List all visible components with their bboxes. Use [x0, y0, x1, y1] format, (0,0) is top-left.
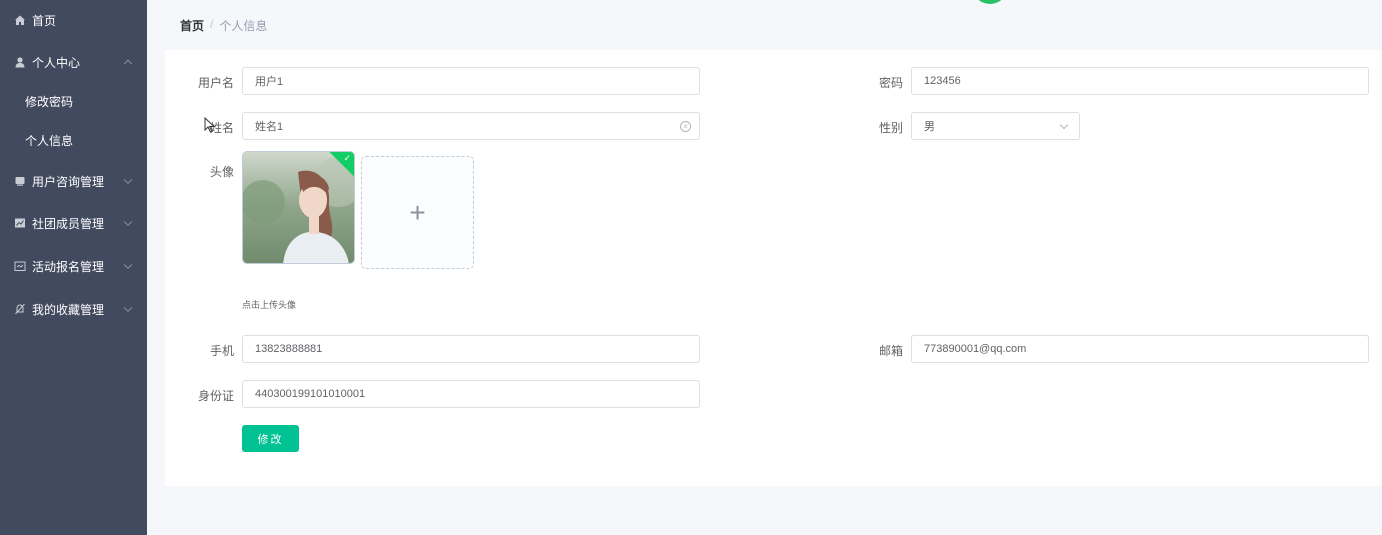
- sidebar-item-club-members[interactable]: 社团成员管理: [0, 203, 147, 243]
- sidebar-item-label: 首页: [32, 13, 57, 28]
- breadcrumb-home[interactable]: 首页: [180, 17, 204, 34]
- sidebar-item-label: 我的收藏管理: [32, 302, 105, 317]
- chevron-up-icon: [123, 59, 133, 69]
- user-icon: [14, 56, 26, 68]
- chevron-down-icon: [123, 175, 133, 185]
- sidebar-item-user-consult[interactable]: 用户咨询管理: [0, 161, 147, 201]
- email-field[interactable]: 773890001@qq.com: [911, 335, 1369, 363]
- clear-icon[interactable]: ×: [680, 121, 691, 132]
- chevron-down-icon: [123, 260, 133, 270]
- name-value: 姓名1: [255, 121, 284, 133]
- name-field[interactable]: 姓名1 ×: [242, 112, 700, 140]
- idcard-field[interactable]: 440300199101010001: [242, 380, 700, 408]
- sidebar-item-label: 个人中心: [32, 55, 81, 70]
- password-field[interactable]: 123456: [911, 67, 1369, 95]
- sidebar-item-label: 个人信息: [25, 133, 74, 148]
- plus-icon: +: [409, 196, 426, 228]
- sidebar-item-label: 活动报名管理: [32, 259, 105, 274]
- breadcrumb-current: 个人信息: [219, 19, 268, 33]
- sidebar-item-activity-signup[interactable]: 活动报名管理: [0, 246, 147, 286]
- topbar: [147, 0, 1382, 50]
- check-icon: ✓: [343, 153, 351, 163]
- sidebar-item-home[interactable]: 首页: [0, 0, 147, 40]
- username-value: 用户1: [255, 76, 284, 88]
- name-label: 姓名: [209, 121, 234, 135]
- upload-hint: 点击上传头像: [242, 300, 297, 310]
- sidebar-item-personal-center[interactable]: 个人中心: [0, 42, 147, 82]
- sidebar-item-label: 社团成员管理: [32, 216, 105, 231]
- folder-icon: [14, 175, 26, 187]
- bell-icon: [14, 303, 26, 315]
- upload-avatar-button[interactable]: +: [361, 156, 474, 269]
- gender-label: 性别: [878, 121, 903, 135]
- sidebar-item-my-favorites[interactable]: 我的收藏管理: [0, 289, 147, 329]
- sidebar: 首页 个人中心 修改密码 个人信息 用户咨询管理 社团成员管理 活动报名管理 我…: [0, 0, 147, 535]
- password-value: 123456: [924, 75, 961, 87]
- phone-field[interactable]: 13823888881: [242, 335, 700, 363]
- email-label: 邮箱: [878, 344, 903, 358]
- avatar-image[interactable]: ✓: [242, 151, 355, 264]
- calendar-icon: [14, 260, 26, 272]
- idcard-value: 440300199101010001: [255, 388, 366, 400]
- sidebar-item-personal-info[interactable]: 个人信息: [0, 120, 147, 160]
- breadcrumb-separator: /: [210, 17, 214, 31]
- chevron-down-icon: [123, 217, 133, 227]
- home-icon: [14, 14, 26, 26]
- idcard-label: 身份证: [197, 389, 234, 403]
- sidebar-item-label: 修改密码: [25, 94, 74, 109]
- breadcrumb: 首页 / 个人信息: [180, 17, 267, 34]
- chevron-down-icon: [1059, 120, 1069, 130]
- sidebar-item-label: 用户咨询管理: [32, 174, 105, 189]
- avatar-label: 头像: [209, 165, 234, 179]
- username-field[interactable]: 用户1: [242, 67, 700, 95]
- username-label: 用户名: [197, 76, 234, 90]
- sidebar-item-change-password[interactable]: 修改密码: [0, 81, 147, 121]
- submit-button[interactable]: 修改: [242, 425, 299, 452]
- phone-label: 手机: [209, 344, 234, 358]
- chevron-down-icon: [123, 303, 133, 313]
- chart-icon: [14, 217, 26, 229]
- password-label: 密码: [878, 76, 903, 90]
- gender-value: 男: [924, 121, 935, 133]
- gender-select[interactable]: 男: [911, 112, 1080, 140]
- email-value: 773890001@qq.com: [924, 343, 1027, 355]
- phone-value: 13823888881: [255, 343, 323, 355]
